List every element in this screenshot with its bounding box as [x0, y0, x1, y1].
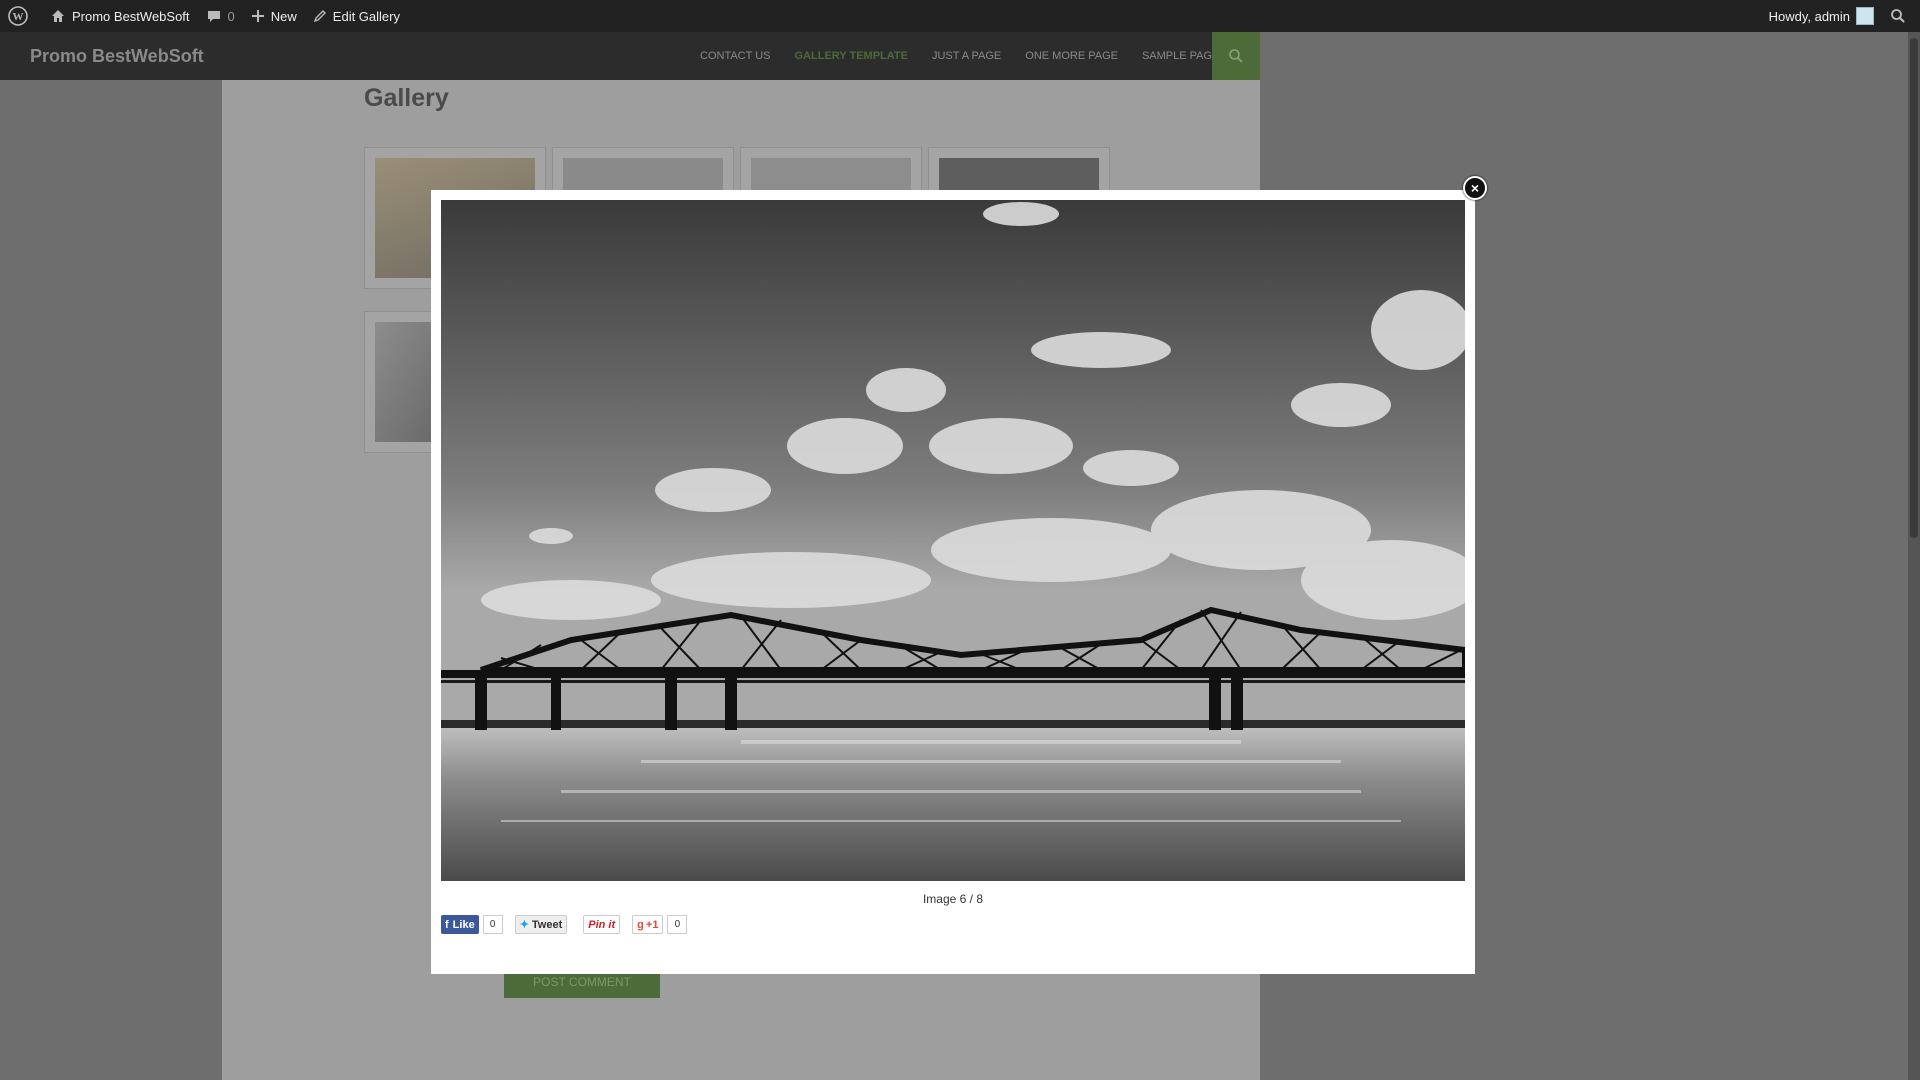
- page-title: Gallery: [364, 84, 449, 112]
- comments-count: 0: [227, 8, 235, 24]
- home-icon: [52, 10, 64, 22]
- site-title[interactable]: Promo BestWebSoft: [30, 46, 204, 67]
- primary-nav: CONTACT US GALLERY TEMPLATE JUST A PAGE …: [700, 32, 1243, 80]
- comment-icon: [207, 11, 220, 22]
- lightbox-caption: Image 6 / 8: [922, 892, 984, 906]
- nav-item-contact-us[interactable]: CONTACT US: [700, 50, 771, 62]
- facebook-like-button[interactable]: f Like: [441, 915, 479, 934]
- adminbar-search[interactable]: [1882, 0, 1920, 32]
- like-label: Like: [452, 918, 475, 931]
- close-icon[interactable]: ×: [1463, 176, 1487, 200]
- google-plus-icon: g: [637, 918, 644, 931]
- site-header: Promo BestWebSoft CONTACT US GALLERY TEM…: [0, 32, 1260, 80]
- howdy-label: Howdy, admin: [1768, 8, 1850, 24]
- search-icon: [1229, 49, 1243, 63]
- nav-item-gallery-template[interactable]: GALLERY TEMPLATE: [795, 50, 908, 62]
- gplus-label: +1: [645, 918, 659, 931]
- nav-item-just-a-page[interactable]: JUST A PAGE: [932, 50, 1001, 62]
- admin-bar: W Promo BestWebSoft 0 New Edit Gallery H…: [0, 0, 1920, 32]
- social-buttons: f Like 0 ✦ Tweet Pin it g +1 0: [441, 915, 688, 934]
- wordpress-logo[interactable]: W: [0, 0, 42, 32]
- tweet-button[interactable]: ✦ Tweet: [514, 915, 568, 934]
- nav-search-button[interactable]: [1212, 32, 1260, 80]
- svg-text:W: W: [13, 11, 24, 23]
- scrollbar-thumb[interactable]: [1910, 38, 1918, 538]
- search-icon: [1891, 9, 1905, 23]
- tweet-label: Tweet: [531, 918, 563, 931]
- avatar: [1856, 7, 1874, 25]
- site-name-label: Promo BestWebSoft: [72, 8, 190, 24]
- bridge-photo: [441, 200, 1465, 881]
- pencil-icon: [313, 10, 326, 23]
- new-content-link[interactable]: New: [243, 0, 305, 32]
- edit-label: Edit Gallery: [332, 8, 400, 24]
- account-menu[interactable]: Howdy, admin: [1761, 0, 1882, 32]
- lightbox-image: [441, 200, 1465, 881]
- gplus-count: 0: [667, 915, 688, 934]
- nav-item-sample-page[interactable]: SAMPLE PAGE: [1142, 50, 1219, 62]
- wordpress-icon: W: [8, 6, 28, 26]
- twitter-icon: ✦: [519, 919, 529, 931]
- pin-it-button[interactable]: Pin it: [583, 915, 621, 934]
- plus-icon: [251, 10, 264, 22]
- site-name-link[interactable]: Promo BestWebSoft: [42, 0, 198, 32]
- like-count: 0: [482, 915, 503, 934]
- facebook-icon: f: [445, 918, 449, 931]
- page-scrollbar[interactable]: [1908, 32, 1920, 1080]
- nav-item-one-more-page[interactable]: ONE MORE PAGE: [1025, 50, 1118, 62]
- edit-page-link[interactable]: Edit Gallery: [305, 0, 408, 32]
- lightbox: Image 6 / 8 f Like 0 ✦ Tweet Pin it g +1…: [431, 190, 1475, 974]
- comments-link[interactable]: 0: [198, 0, 243, 32]
- google-plus-button[interactable]: g +1: [632, 915, 664, 934]
- new-label: New: [270, 8, 297, 24]
